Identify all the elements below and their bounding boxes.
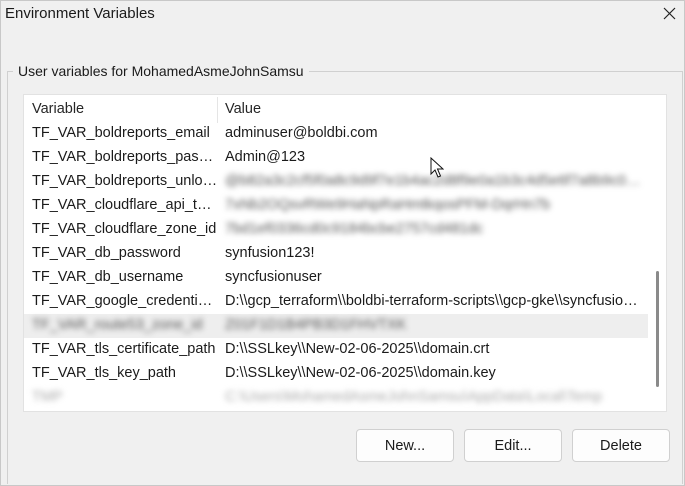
column-divider[interactable]	[217, 97, 218, 123]
variable-value: synfusion123!	[225, 245, 315, 261]
column-header-value[interactable]: Value	[225, 101, 261, 117]
variable-name: TF_VAR_cloudflare_zone_id	[32, 221, 217, 237]
variable-name: TF_VAR_google_credentials_path	[32, 293, 218, 309]
variable-name: TF_VAR_cloudflare_api_token	[32, 197, 218, 213]
variable-value: D:\\gcp_terraform\\boldbi-terraform-scri…	[225, 293, 645, 309]
table-row[interactable]: TF_VAR_tls_key_path D:\\SSLkey\\New-02-0…	[24, 362, 648, 386]
variable-value: C:\Users\MohamedAsmeJohnSamsu\AppData\Lo…	[225, 389, 603, 405]
window-title: Environment Variables	[5, 5, 155, 22]
column-header-variable[interactable]: Variable	[32, 101, 84, 117]
table-row[interactable]: TF_VAR_google_credentials_path D:\\gcp_t…	[24, 290, 648, 314]
table-row[interactable]: TMP C:\Users\MohamedAsmeJohnSamsu\AppDat…	[24, 386, 648, 410]
table-row[interactable]: TF_VAR_cloudflare_zone_id 7bd1ef0336cd0c…	[24, 218, 648, 242]
variable-value: 7xNb2OQsvRWe9HaNpRaHmtkqosPFM-DqrHn7b	[225, 197, 551, 213]
variable-value: adminuser@boldbi.com	[225, 125, 378, 141]
variable-name: TF_VAR_db_password	[32, 245, 181, 261]
variable-value: Z01F1D1B4PB3D1FHVTXK	[225, 317, 407, 333]
table-row[interactable]: TF_VAR_boldreports_password Admin@123	[24, 146, 648, 170]
variable-name: TF_VAR_boldreports_email	[32, 125, 210, 141]
vertical-scrollbar[interactable]	[649, 95, 666, 411]
table-row[interactable]: TF_VAR_boldreports_email adminuser@boldb…	[24, 122, 648, 146]
title-bar[interactable]: Environment Variables	[1, 1, 684, 29]
scrollbar-thumb[interactable]	[656, 271, 659, 387]
user-variables-list[interactable]: Variable Value TF_VAR_boldreports_email …	[23, 94, 667, 412]
variable-name: TF_VAR_tls_certificate_path	[32, 341, 216, 357]
variable-name: TF_VAR_boldreports_unlock_key	[32, 173, 218, 189]
variable-name: TF_VAR_tls_key_path	[32, 365, 176, 381]
user-variables-label: User variables for MohamedAsmeJohnSamsu	[13, 63, 309, 79]
variable-name: TF_VAR_db_username	[32, 269, 184, 285]
table-row[interactable]: TF_VAR_tls_certificate_path D:\\SSLkey\\…	[24, 338, 648, 362]
table-row[interactable]: TF_VAR_db_username syncfusionuser	[24, 266, 648, 290]
variable-value: syncfusionuser	[225, 269, 322, 285]
table-row[interactable]: TF_VAR_cloudflare_api_token 7xNb2OQsvRWe…	[24, 194, 648, 218]
close-icon	[663, 7, 676, 20]
list-header: Variable Value	[24, 95, 648, 123]
variable-value: D:\\SSLkey\\New-02-06-2025\\domain.key	[225, 365, 496, 381]
variable-name: TMP	[32, 389, 63, 405]
table-row[interactable]: TF_VAR_db_password synfusion123!	[24, 242, 648, 266]
variable-rows: TF_VAR_boldreports_email adminuser@boldb…	[24, 122, 648, 410]
new-button[interactable]: New...	[356, 429, 454, 462]
variable-value: 7bd1ef0336cd0c9184bcbe2757cd481dc	[225, 221, 484, 237]
variable-name: TF_VAR_route53_zone_id	[32, 317, 203, 333]
close-button[interactable]	[654, 1, 684, 29]
mouse-cursor-icon	[430, 157, 444, 178]
variable-name: TF_VAR_boldreports_password	[32, 149, 218, 165]
delete-button[interactable]: Delete	[572, 429, 670, 462]
edit-button[interactable]: Edit...	[464, 429, 562, 462]
table-row-highlighted[interactable]: TF_VAR_route53_zone_id Z01F1D1B4PB3D1FHV…	[24, 314, 648, 338]
variable-value: D:\\SSLkey\\New-02-06-2025\\domain.crt	[225, 341, 490, 357]
table-row[interactable]: TF_VAR_boldreports_unlock_key @b82a3c2cf…	[24, 170, 648, 194]
